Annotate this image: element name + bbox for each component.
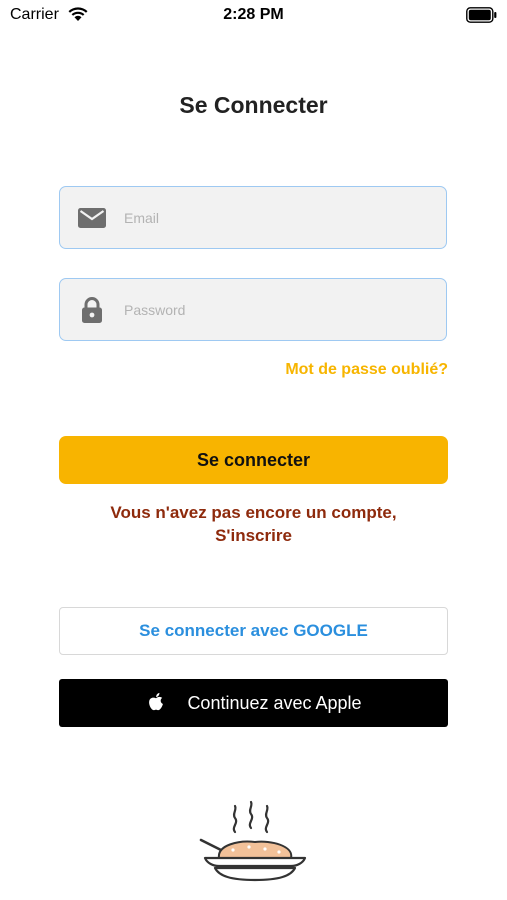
lock-icon (82, 297, 102, 323)
password-field[interactable] (59, 278, 447, 341)
login-button[interactable]: Se connecter (59, 436, 448, 484)
signup-prompt: Vous n'avez pas encore un compte, (110, 503, 397, 522)
status-time: 2:28 PM (223, 6, 284, 23)
email-input[interactable] (122, 187, 426, 249)
page-title: Se Connecter (179, 92, 328, 118)
apple-login-button[interactable]: Continuez avec Apple (59, 679, 448, 727)
apple-icon (149, 692, 164, 711)
signup-link[interactable]: S'inscrire (0, 526, 507, 546)
apple-login-label: Continuez avec Apple (187, 692, 362, 713)
battery-icon (466, 7, 497, 23)
forgot-password-link[interactable]: Mot de passe oublié? (285, 361, 448, 379)
mail-icon (78, 208, 106, 228)
status-bar: Carrier 2:28 PM (0, 0, 507, 30)
food-bowl-icon (199, 800, 307, 882)
google-login-button[interactable]: Se connecter avec GOOGLE (59, 607, 448, 655)
password-input[interactable] (122, 279, 426, 341)
email-field[interactable] (59, 186, 447, 249)
